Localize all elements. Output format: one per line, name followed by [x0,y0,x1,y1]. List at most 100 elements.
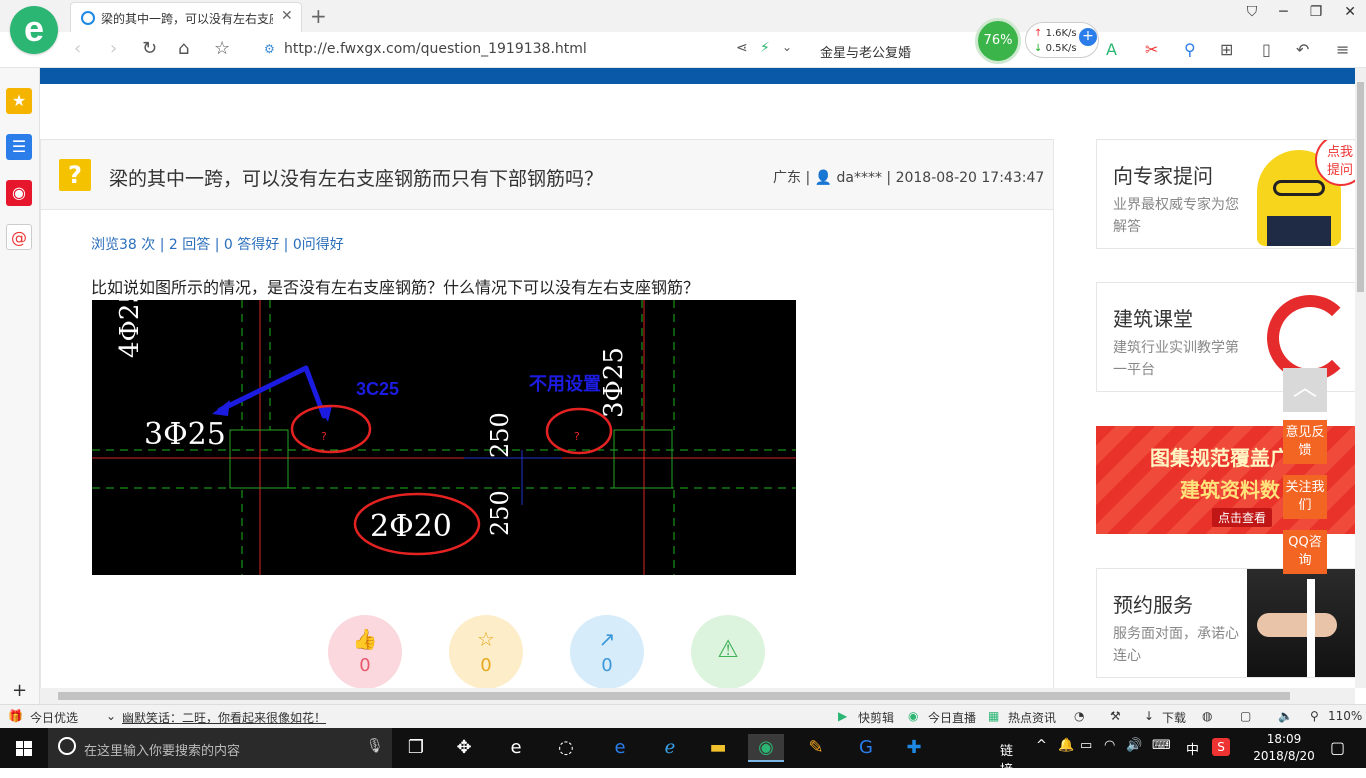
horizontal-scrollbar[interactable] [40,688,1355,704]
taskbar-search[interactable]: 在这里输入你要搜索的内容 🎙 [48,728,392,768]
swirl-app-icon[interactable]: ◌ [548,734,584,762]
share-icon[interactable]: ⋖ [736,40,748,56]
back-to-top-button[interactable]: ︿ [1283,368,1327,412]
quick-cut-link[interactable]: 快剪辑 [858,709,894,726]
cad-dim-250-bottom: 250 [486,490,514,536]
speedometer-icon[interactable]: ◔ [1074,709,1084,723]
action-center-icon[interactable]: ▢ [1330,738,1345,757]
follow-button[interactable]: 关注我们 [1283,475,1327,519]
active-browser-app-icon[interactable]: ◉ [748,734,784,762]
today-picks-link[interactable]: 今日优选 [30,709,78,726]
notification-bell-icon[interactable]: 🔔 [1058,738,1074,753]
sound-icon[interactable]: 🔈 [1278,709,1293,723]
cad-drawing-image: 4Φ25 3Φ25 2Φ20 3Φ25 250 250 3C25 不用设置 ? … [92,300,796,575]
refresh-icon[interactable]: ↻ [142,38,157,59]
volume-icon[interactable]: 🔊 [1126,738,1142,753]
favorite-button[interactable]: ☆ 0 [449,615,523,688]
chevron-down-icon[interactable]: ⌄ [106,709,116,723]
appointment-card[interactable]: 预约服务 服务面对面，承诺心连心 [1096,568,1355,678]
g-app-icon[interactable]: G [848,734,884,762]
download-link[interactable]: 下载 [1162,709,1186,726]
banner-line2: 建筑资料数 [1180,478,1280,502]
browser-e-app-icon[interactable]: e [498,734,534,762]
favorites-star-icon[interactable]: ★ [6,88,32,114]
battery-icon[interactable]: ▭ [1080,738,1092,753]
tab-active[interactable]: 梁的其中一跨，可以没有左右支座钢筋而只有下部钢筋吗？ ✕ [70,2,302,32]
feedback-button[interactable]: 意见反馈 [1283,420,1327,464]
browser-logo-icon[interactable]: e [10,6,58,54]
vertical-scrollbar[interactable] [1355,68,1366,688]
search-input[interactable]: 金星与老公复婚 [820,42,911,61]
reading-list-icon[interactable]: ☰ [6,134,32,160]
sogou-ime-icon[interactable]: S [1212,738,1230,756]
speedup-plus-icon[interactable]: + [1079,28,1097,46]
magnifier-icon[interactable]: ⚲ [1184,40,1196,59]
memory-gauge[interactable]: 76% [975,18,1021,64]
wifi-icon[interactable]: ◠ [1104,738,1115,753]
expert-ask-card[interactable]: 向专家提问 业界最权威专家为您解答 点我提问 [1096,139,1355,249]
task-view-icon[interactable]: ❐ [398,734,434,762]
back-arrow-icon[interactable]: ‹ [74,38,81,59]
pinwheel-app-icon[interactable]: ✥ [446,734,482,762]
speed-widget[interactable]: 76% ↑ 1.6K/s ↓ 0.5K/s + [975,18,1101,64]
report-button[interactable]: ⚠ [691,615,765,688]
reading-mode-icon[interactable]: ▯ [1262,40,1271,59]
building-class-title: 建筑课堂 [1113,307,1193,331]
window-mode-icon[interactable]: ▢ [1240,709,1251,723]
like-button[interactable]: 👍 0 [328,615,402,688]
qq-consult-button[interactable]: QQ咨询 [1283,530,1327,574]
clean-icon[interactable]: ◍ [1202,709,1212,723]
tray-chevron-up-icon[interactable]: ^ [1036,738,1047,753]
keyboard-icon[interactable]: ⌨ [1152,738,1171,753]
zoom-level[interactable]: 110% [1328,709,1362,723]
plus-app-icon[interactable]: ✚ [896,734,932,762]
horizontal-scroll-thumb[interactable] [58,692,1290,700]
magic-wand-icon[interactable]: ⚒ [1110,709,1121,723]
bookmark-star-icon[interactable]: ☆ [214,38,230,59]
joke-link[interactable]: 幽默笑话：二旺，你看起来很像如花！ [122,709,326,726]
chevron-down-icon[interactable]: ⌄ [782,40,792,54]
scissors-icon[interactable]: ✂ [1145,40,1158,59]
forward-arrow-icon[interactable]: › [110,38,117,59]
banner-cta[interactable]: 点击查看 [1212,508,1273,527]
notes-app-icon[interactable]: ✎ [798,734,834,762]
share-button[interactable]: ↗ 0 [570,615,644,688]
video-clip-icon: ▶ [838,709,848,723]
undo-icon[interactable]: ↶ [1296,40,1309,59]
link-label[interactable]: 链接 [1000,740,1013,778]
address-bar[interactable]: ⚙ http://e.fwxgx.com/question_1919138.ht… [258,36,808,64]
share-icon: ↗ [598,627,616,651]
microphone-icon[interactable]: 🎙 [366,738,384,754]
tab-close-icon[interactable]: ✕ [281,8,293,24]
file-explorer-icon[interactable]: ▬ [700,734,736,762]
menu-icon[interactable]: ≡ [1336,40,1349,59]
edge-app-icon[interactable]: e [602,734,638,762]
maximize-button[interactable]: ❐ [1310,4,1323,20]
close-button[interactable]: ✕ [1344,4,1356,20]
start-button[interactable] [0,728,48,768]
translate-icon[interactable]: A [1106,40,1117,59]
pin-icon[interactable]: ⛉ [1247,4,1258,20]
expert-ask-title: 向专家提问 [1113,164,1213,188]
vertical-scroll-thumb[interactable] [1357,82,1364,292]
minimize-button[interactable]: ─ [1279,4,1287,20]
new-tab-button[interactable]: + [310,4,327,28]
today-live-link[interactable]: 今日直播 [928,709,976,726]
apps-grid-icon[interactable]: ⊞ [1220,40,1233,59]
ie-app-icon[interactable]: ℯ [652,734,688,762]
download-arrow-icon[interactable]: ↓ [1144,709,1154,723]
weibo-icon[interactable]: ◉ [6,180,32,206]
taskbar-search-placeholder[interactable]: 在这里输入你要搜索的内容 [84,740,240,759]
ime-mode[interactable]: 中 [1186,739,1199,758]
url-text[interactable]: http://e.fwxgx.com/question_1919138.html [284,41,587,57]
cad-question-right: ? [574,430,580,443]
add-sidebar-icon[interactable]: + [12,680,27,701]
question-stats[interactable]: 浏览38 次 | 2 回答 | 0 答得好 | 0问得好 [91,234,344,254]
browser-window: 梁的其中一跨，可以没有左右支座钢筋而只有下部钢筋吗？ ✕ + ⛉ ─ ❐ ✕ e… [0,0,1366,728]
system-clock[interactable]: 18:09 2018/8/20 [1244,731,1324,765]
email-icon[interactable]: @ [6,224,32,250]
speed-mode-icon[interactable]: ⚡ [760,40,770,56]
zoom-icon[interactable]: ⚲ [1310,709,1319,723]
hot-news-link[interactable]: 热点资讯 [1008,709,1056,726]
home-icon[interactable]: ⌂ [178,38,189,59]
